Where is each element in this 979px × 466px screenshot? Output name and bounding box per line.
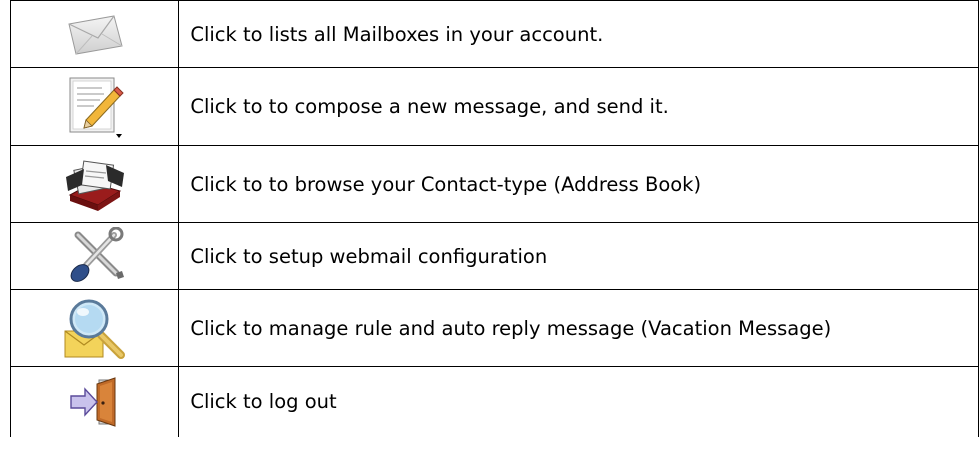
legend-row-compose: Click to to compose a new message, and s…: [9, 67, 979, 146]
logout-door-icon: [67, 376, 123, 428]
legend-text-rules: Click to manage rule and auto reply mess…: [178, 289, 979, 367]
legend-row-mailboxes: Click to lists all Mailboxes in your acc…: [9, 0, 979, 68]
legend-icon-cell: [9, 222, 180, 290]
legend-row-settings: Click to setup webmail configuration: [9, 222, 979, 290]
legend-icon-cell: [9, 145, 180, 223]
legend-row-logout: Click to log out: [9, 366, 979, 437]
legend-row-address-book: Click to to browse your Contact-type (Ad…: [9, 145, 979, 223]
envelope-icon: [66, 12, 124, 56]
legend-icon-cell: [9, 67, 180, 146]
legend-text-address-book: Click to to browse your Contact-type (Ad…: [178, 145, 979, 223]
search-mail-icon: [63, 297, 127, 359]
legend-text-mailboxes: Click to lists all Mailboxes in your acc…: [178, 0, 979, 68]
legend-text-compose: Click to to compose a new message, and s…: [178, 67, 979, 146]
legend-icon-cell: [9, 366, 180, 437]
legend-row-rules: Click to manage rule and auto reply mess…: [9, 289, 979, 367]
legend-icon-cell: [9, 289, 180, 367]
compose-icon: [64, 74, 126, 140]
tools-icon: [64, 227, 126, 285]
legend-icon-cell: [9, 0, 180, 68]
legend-text-settings: Click to setup webmail configuration: [178, 222, 979, 290]
legend-text-logout: Click to log out: [178, 366, 979, 437]
address-book-icon: [62, 155, 128, 213]
icon-legend-table: Click to lists all Mailboxes in your acc…: [9, 0, 979, 437]
